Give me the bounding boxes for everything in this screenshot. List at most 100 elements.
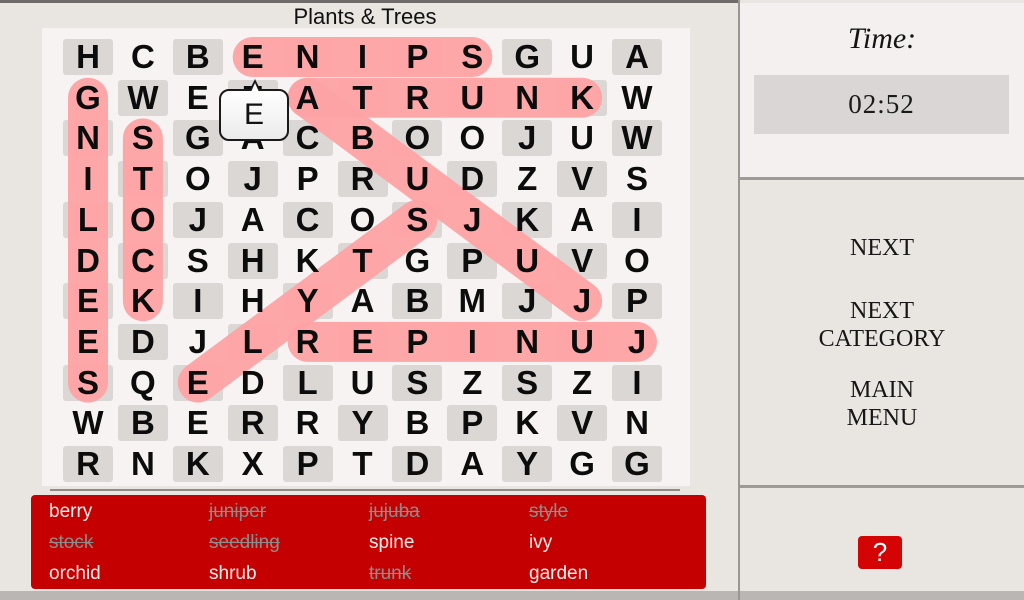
grid-cell[interactable]: P <box>283 160 333 197</box>
grid-cell[interactable]: Y <box>338 404 388 441</box>
grid-cell[interactable]: I <box>338 38 388 75</box>
grid-cell[interactable]: G <box>612 445 662 482</box>
grid-cell[interactable]: D <box>118 323 168 360</box>
help-button[interactable]: ? <box>858 536 902 569</box>
grid-cell[interactable]: R <box>63 445 113 482</box>
grid-cell[interactable]: V <box>557 404 607 441</box>
grid-cell[interactable]: T <box>118 160 168 197</box>
next-button[interactable]: NEXT <box>760 234 1004 262</box>
grid-cell[interactable]: R <box>283 404 333 441</box>
grid-cell[interactable]: E <box>173 79 223 116</box>
grid-cell[interactable]: W <box>612 79 662 116</box>
grid-cell[interactable]: L <box>283 364 333 401</box>
grid-cell[interactable]: S <box>612 160 662 197</box>
grid-cell[interactable]: N <box>502 79 552 116</box>
grid-cell[interactable]: S <box>502 364 552 401</box>
grid-cell[interactable]: I <box>447 323 497 360</box>
grid-cell[interactable]: N <box>118 445 168 482</box>
grid-cell[interactable]: T <box>338 79 388 116</box>
grid-cell[interactable]: W <box>118 79 168 116</box>
grid-cell[interactable]: R <box>338 160 388 197</box>
grid-cell[interactable]: J <box>228 160 278 197</box>
grid-cell[interactable]: R <box>228 404 278 441</box>
grid-cell[interactable]: J <box>502 119 552 156</box>
grid-cell[interactable]: L <box>228 323 278 360</box>
grid-cell[interactable]: H <box>63 38 113 75</box>
grid-cell[interactable]: A <box>228 201 278 238</box>
grid-cell[interactable]: H <box>228 242 278 279</box>
grid-cell[interactable]: G <box>173 119 223 156</box>
grid-cell[interactable]: E <box>173 364 223 401</box>
grid-cell[interactable]: C <box>283 201 333 238</box>
grid-cell[interactable]: E <box>173 404 223 441</box>
grid-cell[interactable]: W <box>63 404 113 441</box>
grid-cell[interactable]: K <box>118 282 168 319</box>
grid-cell[interactable]: N <box>63 119 113 156</box>
grid-cell[interactable]: C <box>118 242 168 279</box>
grid-cell[interactable]: Q <box>118 364 168 401</box>
grid-cell[interactable]: H <box>228 282 278 319</box>
grid-cell[interactable]: E <box>228 38 278 75</box>
grid-cell[interactable]: N <box>283 38 333 75</box>
grid-cell[interactable]: V <box>557 242 607 279</box>
grid-cell[interactable]: O <box>612 242 662 279</box>
main-menu-button[interactable]: MAIN MENU <box>760 376 1004 432</box>
grid-cell[interactable]: B <box>338 119 388 156</box>
grid-cell[interactable]: I <box>63 160 113 197</box>
grid-cell[interactable]: O <box>392 119 442 156</box>
grid-cell[interactable]: N <box>502 323 552 360</box>
grid-cell[interactable]: O <box>118 201 168 238</box>
grid-cell[interactable]: U <box>447 79 497 116</box>
grid-cell[interactable]: Z <box>557 364 607 401</box>
grid-cell[interactable]: I <box>612 364 662 401</box>
grid-cell[interactable]: O <box>173 160 223 197</box>
grid-cell[interactable]: S <box>63 364 113 401</box>
grid-cell[interactable]: N <box>612 404 662 441</box>
grid-cell[interactable]: Y <box>283 282 333 319</box>
grid-cell[interactable]: E <box>338 323 388 360</box>
grid-cell[interactable]: J <box>557 282 607 319</box>
grid-cell[interactable]: M <box>447 282 497 319</box>
grid-cell[interactable]: T <box>338 242 388 279</box>
grid-cell[interactable]: P <box>283 445 333 482</box>
grid-cell[interactable]: S <box>447 38 497 75</box>
grid-cell[interactable]: J <box>173 323 223 360</box>
grid-cell[interactable]: B <box>118 404 168 441</box>
grid-cell[interactable]: T <box>338 445 388 482</box>
grid-cell[interactable]: A <box>338 282 388 319</box>
grid-cell[interactable]: K <box>283 242 333 279</box>
grid-cell[interactable]: Z <box>447 364 497 401</box>
grid-cell[interactable]: B <box>392 404 442 441</box>
grid-cell[interactable]: Y <box>502 445 552 482</box>
grid-cell[interactable]: J <box>612 323 662 360</box>
grid-cell[interactable]: U <box>338 364 388 401</box>
grid-cell[interactable]: G <box>63 79 113 116</box>
grid-cell[interactable]: K <box>502 201 552 238</box>
grid-cell[interactable]: A <box>447 445 497 482</box>
grid-cell[interactable]: U <box>392 160 442 197</box>
grid-cell[interactable]: K <box>557 79 607 116</box>
grid-cell[interactable]: G <box>502 38 552 75</box>
grid-cell[interactable]: K <box>502 404 552 441</box>
grid-cell[interactable]: A <box>557 201 607 238</box>
grid-cell[interactable]: Z <box>502 160 552 197</box>
grid-cell[interactable]: J <box>173 201 223 238</box>
grid-cell[interactable]: J <box>447 201 497 238</box>
grid-cell[interactable]: U <box>557 119 607 156</box>
grid-cell[interactable]: R <box>283 323 333 360</box>
grid-cell[interactable]: W <box>612 119 662 156</box>
grid-cell[interactable]: L <box>63 201 113 238</box>
grid-cell[interactable]: G <box>557 445 607 482</box>
grid-cell[interactable]: D <box>447 160 497 197</box>
grid-cell[interactable]: R <box>392 79 442 116</box>
grid-cell[interactable]: U <box>557 323 607 360</box>
grid-cell[interactable]: S <box>118 119 168 156</box>
grid-cell[interactable]: P <box>612 282 662 319</box>
grid-cell[interactable]: D <box>228 364 278 401</box>
grid-cell[interactable]: P <box>447 404 497 441</box>
grid-cell[interactable]: V <box>557 160 607 197</box>
grid-cell[interactable]: J <box>502 282 552 319</box>
grid-cell[interactable]: E <box>63 323 113 360</box>
grid-cell[interactable]: B <box>173 38 223 75</box>
grid-cell[interactable]: U <box>557 38 607 75</box>
